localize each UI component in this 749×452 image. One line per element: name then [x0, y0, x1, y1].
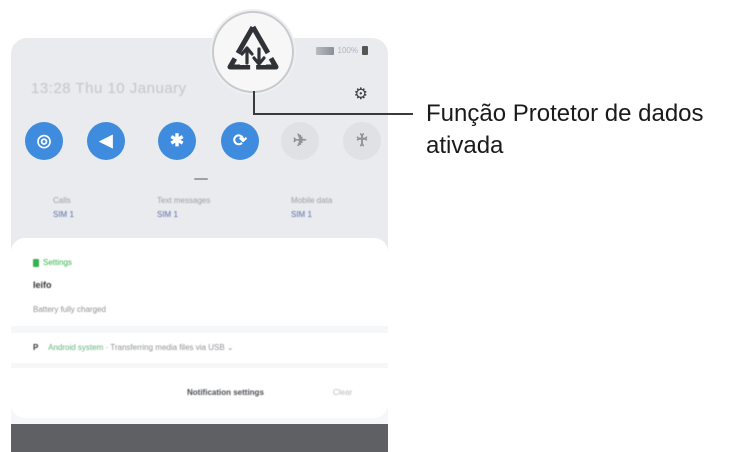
signal-icon — [315, 46, 334, 55]
callout-leader-vertical — [253, 91, 255, 115]
notification-actions: Notification settings Clear — [11, 368, 388, 418]
data-saver-magnifier — [212, 11, 294, 93]
battery-percent: 100% — [337, 46, 358, 55]
sound-icon[interactable]: ◀ — [87, 122, 125, 160]
notification-text: Battery fully charged — [33, 305, 106, 314]
wifi-icon[interactable]: ◎ — [25, 122, 63, 160]
status-bar: 100% — [315, 46, 368, 55]
panel-drag-handle[interactable] — [194, 178, 208, 180]
auto-rotate-icon[interactable]: ⟳ — [221, 122, 259, 160]
notification-panel: Settings Ieifo Battery fully charged P A… — [11, 238, 388, 452]
settings-notification[interactable]: Settings Ieifo Battery fully charged — [11, 238, 388, 326]
sim-preferences: Calls SIM 1 Text messages SIM 1 Mobile d… — [11, 196, 388, 236]
battery-icon — [362, 46, 368, 55]
callout-leader-horizontal — [253, 113, 413, 115]
callout-label: Função Protetor de dados ativada — [426, 100, 704, 159]
flashlight-icon[interactable]: ♰ — [343, 122, 381, 160]
notification-title: Ieifo — [33, 280, 52, 290]
android-system-icon: P — [33, 343, 39, 352]
notification-app-name: Settings — [43, 258, 72, 267]
clear-button[interactable]: Clear — [333, 388, 352, 397]
airplane-mode-icon[interactable]: ✈ — [281, 122, 319, 160]
system-notification-text: · Transferring media files via USB ⌄ — [105, 343, 234, 352]
date-time: 13:28 Thu 10 January — [31, 80, 187, 97]
sim-calls[interactable]: Calls SIM 1 — [53, 196, 74, 219]
notification-settings-button[interactable]: Notification settings — [187, 388, 264, 397]
quick-settings-row: ◎ ◀ ✱ ⟳ ✈ ♰ — [25, 122, 381, 166]
phone-screen: 100% 13:28 Thu 10 January ⚙ ◎ ◀ ✱ ⟳ ✈ ♰ … — [11, 38, 388, 452]
settings-gear-icon[interactable]: ⚙ — [354, 84, 368, 104]
system-notification-line: P Android system · Transferring media fi… — [33, 343, 234, 352]
settings-app-icon — [33, 258, 39, 267]
sim-text-messages[interactable]: Text messages SIM 1 — [157, 196, 210, 219]
system-app-name: Android system — [48, 343, 104, 352]
navigation-area — [11, 424, 388, 452]
bluetooth-icon[interactable]: ✱ — [158, 122, 196, 160]
notification-app-line: Settings — [33, 258, 72, 267]
system-notification[interactable]: P Android system · Transferring media fi… — [11, 333, 388, 363]
sim-mobile-data[interactable]: Mobile data SIM 1 — [291, 196, 332, 219]
data-saver-icon — [227, 24, 279, 70]
